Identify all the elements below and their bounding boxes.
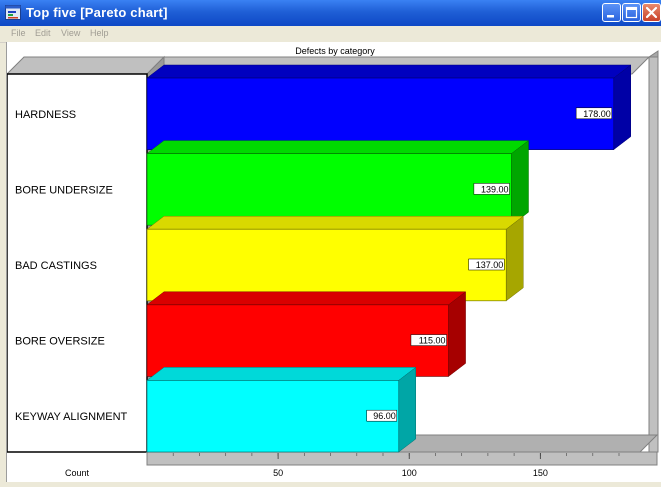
x-tick-label: 150: [533, 468, 548, 478]
value-label: 137.00: [476, 260, 504, 270]
value-label: 178.00: [583, 109, 611, 119]
category-label: BORE OVERSIZE: [15, 336, 105, 348]
bar: [146, 228, 507, 302]
close-button[interactable]: [642, 3, 661, 22]
title-bar[interactable]: Top five [Pareto chart]: [0, 0, 661, 26]
bar-side-face: [511, 140, 529, 226]
maximize-icon: [625, 6, 638, 19]
bar: [146, 153, 512, 226]
bar-top-face: [146, 140, 530, 154]
pareto-chart: Defects by category HARDNESS 178.00 BORE U…: [5, 46, 659, 478]
category-label: KEYWAY ALIGNMENT: [15, 411, 128, 423]
menu-help[interactable]: Help: [90, 28, 109, 38]
bar: [146, 304, 449, 377]
label-panel-top: [5, 56, 166, 75]
bar-side-face: [448, 291, 466, 377]
category-label: HARDNESS: [15, 109, 76, 121]
close-icon: [645, 6, 658, 19]
plot-right-edge: [648, 56, 659, 453]
bar-top-face: [146, 64, 632, 79]
bar-top-face: [146, 215, 524, 230]
value-label: 96.00: [373, 411, 396, 421]
bar-top-face: [146, 291, 467, 306]
x-tick-label: 50: [273, 468, 283, 478]
category-label: BORE UNDERSIZE: [15, 184, 113, 196]
value-label: 139.00: [481, 184, 509, 194]
menu-edit[interactable]: Edit: [35, 28, 51, 38]
bar-side-face: [505, 215, 524, 302]
menu-bar: File Edit View Help: [0, 26, 661, 43]
chart-window-icon: [5, 5, 21, 20]
menu-view[interactable]: View: [61, 28, 80, 38]
bar: [146, 77, 615, 150]
bar-top-face: [146, 367, 417, 381]
category-label: BAD CASTINGS: [15, 260, 97, 272]
x-axis-strip: [146, 451, 658, 466]
value-label: 115.00: [419, 336, 446, 346]
bar: [146, 380, 400, 453]
menu-file[interactable]: File: [11, 28, 26, 38]
bar-side-face: [613, 64, 632, 151]
chart-title: Defects by category: [295, 46, 375, 56]
maximize-button[interactable]: [622, 3, 641, 22]
minimize-icon: [607, 15, 614, 18]
window-title: Top five [Pareto chart]: [26, 5, 168, 20]
x-axis-label: Count: [65, 468, 90, 478]
bar-side-face: [398, 366, 416, 453]
chart-body: HARDNESS 178.00 BORE UNDERSIZE 139.00 BAD CA…: [5, 50, 659, 478]
chart-frame: Defects by category HARDNESS 178.00 BORE U…: [5, 42, 661, 482]
minimize-button[interactable]: [602, 3, 621, 22]
x-tick-label: 100: [402, 468, 417, 478]
